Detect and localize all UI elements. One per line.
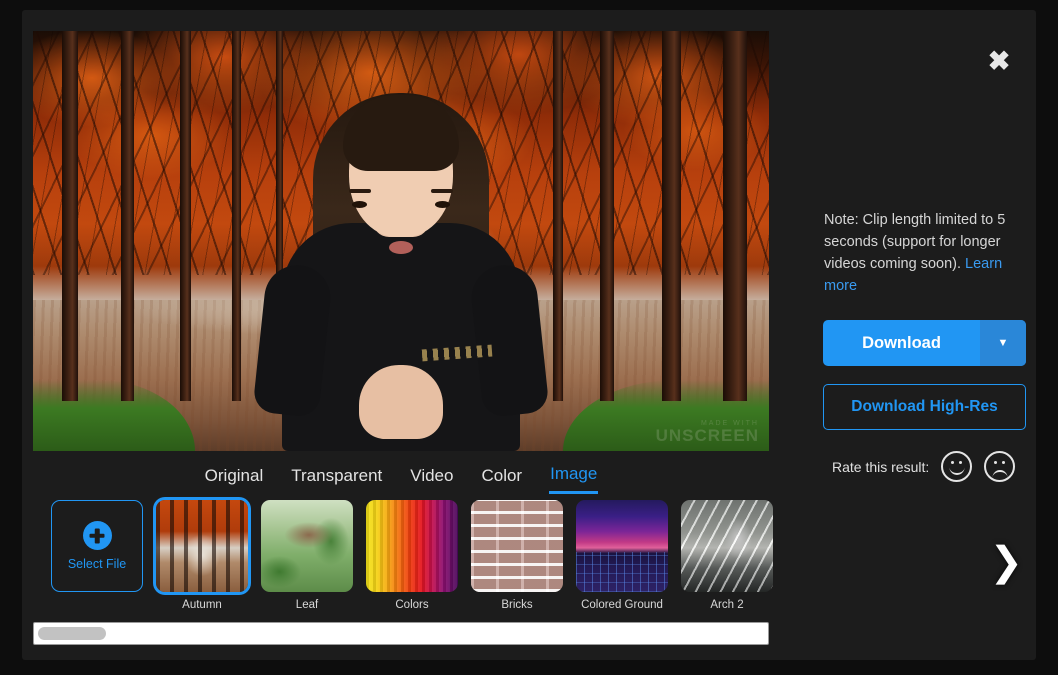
watermark-text: UNSCREEN [655,426,759,446]
watermark: MADE WITH UNSCREEN [656,420,759,445]
preview-mode-tabs: Original Transparent Video Color Image [33,462,769,494]
plus-circle-icon [82,521,112,550]
tree-trunk [600,31,615,401]
tab-image[interactable]: Image [549,462,599,494]
foreground-subject [252,71,550,451]
tree-trunk [231,31,241,401]
subject-brow [431,189,453,193]
thumbnail-label: Autumn [182,599,222,611]
tree-trunk [661,31,681,401]
clip-length-note: Note: Clip length limited to 5 seconds (… [824,209,1019,297]
thumbnail-label: Colors [395,599,429,611]
thumbnail-image [261,500,353,592]
thumbnail-arch-2[interactable]: Arch 2 [681,500,773,611]
download-button[interactable]: Download ▼ [823,320,1026,366]
subject-brow [349,189,371,193]
thumbnail-label: Colored Ground [581,599,663,611]
thumbnail-label: Arch 2 [710,599,744,611]
thumbnail-label: Bricks [501,599,533,611]
thumbnail-colored-ground[interactable]: Colored Ground [576,500,668,611]
thumbnail-bricks[interactable]: Bricks [471,500,563,611]
result-dialog: ✖ MADE WITH UNSCREEN Original Transparen… [22,10,1036,660]
actions-panel: Note: Clip length limited to 5 seconds (… [802,10,1036,660]
tree-trunk [62,31,79,401]
background-thumbnail-strip[interactable]: Select File Autumn Leaf Colors Bricks Co [33,494,781,622]
smiley-happy-icon[interactable] [941,451,973,482]
subject-hands [359,365,443,439]
select-file-button[interactable]: Select File [51,500,143,592]
subject-mouth [389,241,413,254]
thumbnail-image [366,500,458,592]
tree-trunk [722,31,747,401]
thumbnail-image [576,500,668,592]
tree-trunk [552,31,563,401]
thumbnail-colors[interactable]: Colors [366,500,458,611]
rate-result-row: Rate this result: [832,451,1016,482]
subject-eye [352,201,367,208]
thumbnail-scrollbar[interactable] [33,622,769,645]
thumbnail-autumn[interactable]: Autumn [156,500,248,611]
tab-original[interactable]: Original [204,464,265,493]
scrollbar-thumb[interactable] [38,627,106,640]
tab-transparent[interactable]: Transparent [290,464,383,493]
subject-eye [435,201,450,208]
tree-trunk [180,31,192,401]
thumbnail-image [681,500,773,592]
result-preview[interactable]: MADE WITH UNSCREEN [33,31,769,451]
chevron-down-icon[interactable]: ▼ [980,320,1026,366]
tree-trunk [121,31,135,401]
download-high-res-button[interactable]: Download High-Res [823,384,1026,430]
thumbnail-image [156,500,248,592]
thumbnail-image [471,500,563,592]
download-button-label: Download [862,333,941,352]
select-file-label: Select File [67,557,127,571]
thumbnail-leaf[interactable]: Leaf [261,500,353,611]
tab-video[interactable]: Video [409,464,454,493]
rate-result-label: Rate this result: [832,458,930,475]
thumbnail-label: Leaf [295,599,319,611]
smiley-sad-icon[interactable] [984,451,1016,482]
tab-color[interactable]: Color [480,464,523,493]
